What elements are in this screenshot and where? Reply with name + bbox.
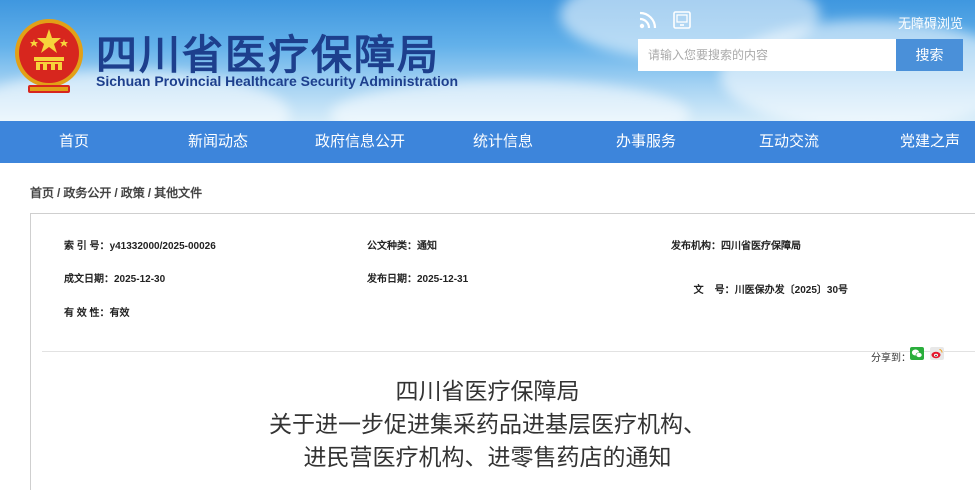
article-title-line-2: 关于进一步促进集采药品进基层医疗机构、 (269, 411, 706, 437)
meta-docno: 文 号：川医保办发〔2025〕30号 (688, 270, 849, 296)
nav-item-gov-info[interactable]: 政府信息公开 (315, 121, 405, 163)
breadcrumb-item-gov-affairs[interactable]: 政务公开 (63, 186, 111, 200)
meta-created-value: 2025-12-30 (114, 274, 166, 285)
meta-category-value: 通知 (417, 241, 437, 252)
article-title-line-1: 四川省医疗保障局 (395, 378, 580, 404)
breadcrumb: 首页 / 政务公开 / 政策 / 其他文件 (30, 184, 202, 201)
accessibility-link[interactable]: 无障碍浏览 (898, 13, 963, 32)
breadcrumb-separator: / (147, 186, 152, 200)
search-button[interactable]: 搜索 (896, 39, 963, 71)
meta-published-value: 2025-12-31 (417, 274, 469, 285)
share-label: 分享到： (871, 353, 911, 364)
meta-index-value: y41332000/2025-00026 (109, 241, 216, 252)
meta-docno-label: 文 号： (693, 285, 735, 296)
mobile-icon[interactable] (672, 10, 692, 30)
breadcrumb-item-home[interactable]: 首页 (30, 186, 54, 200)
wechat-icon[interactable] (910, 347, 924, 360)
breadcrumb-separator: / (114, 186, 118, 200)
rss-icon[interactable] (638, 10, 658, 30)
meta-category: 公文种类：通知 (367, 237, 437, 252)
site-subtitle: Sichuan Provincial Healthcare Security A… (96, 73, 459, 89)
meta-category-label: 公文种类： (367, 241, 417, 252)
meta-validity: 有 效 性：有效 (64, 304, 130, 319)
main-navbar: 首页 新闻动态 政府信息公开 统计信息 办事服务 互动交流 党建之声 (0, 121, 975, 163)
breadcrumb-item-other-docs[interactable]: 其他文件 (154, 186, 202, 200)
meta-divider (42, 351, 975, 352)
breadcrumb-item-policy[interactable]: 政策 (121, 186, 145, 200)
meta-issuer-label: 发布机构： (671, 241, 721, 252)
breadcrumb-separator: / (57, 186, 61, 200)
meta-published: 发布日期：2025-12-31 (367, 270, 468, 285)
weibo-icon[interactable] (930, 347, 944, 360)
meta-index-label: 索 引 号： (64, 241, 110, 252)
nav-item-home[interactable]: 首页 (59, 121, 89, 163)
meta-published-label: 发布日期： (367, 274, 417, 285)
meta-created-label: 成文日期： (64, 274, 114, 285)
nav-item-statistics[interactable]: 统计信息 (473, 121, 533, 163)
meta-index: 索 引 号：y41332000/2025-00026 (64, 237, 216, 252)
site-header: 四川省医疗保障局 Sichuan Provincial Healthcare S… (0, 0, 975, 121)
meta-issuer-value: 四川省医疗保障局 (721, 241, 801, 252)
nav-item-party[interactable]: 党建之声 (900, 121, 960, 163)
meta-validity-label: 有 效 性： (64, 308, 110, 319)
site-title: 四川省医疗保障局 (96, 31, 440, 79)
nav-item-services[interactable]: 办事服务 (616, 121, 676, 163)
meta-docno-value: 川医保办发〔2025〕30号 (734, 285, 849, 296)
nav-item-interaction[interactable]: 互动交流 (759, 121, 819, 163)
meta-validity-value: 有效 (109, 308, 130, 319)
meta-created: 成文日期：2025-12-30 (64, 270, 165, 285)
emblem-icon (15, 19, 83, 93)
meta-issuer: 发布机构：四川省医疗保障局 (671, 237, 801, 252)
nav-item-news[interactable]: 新闻动态 (188, 121, 248, 163)
search-input[interactable] (638, 39, 896, 71)
article-title-line-3: 进民营医疗机构、进零售药店的通知 (303, 444, 672, 470)
